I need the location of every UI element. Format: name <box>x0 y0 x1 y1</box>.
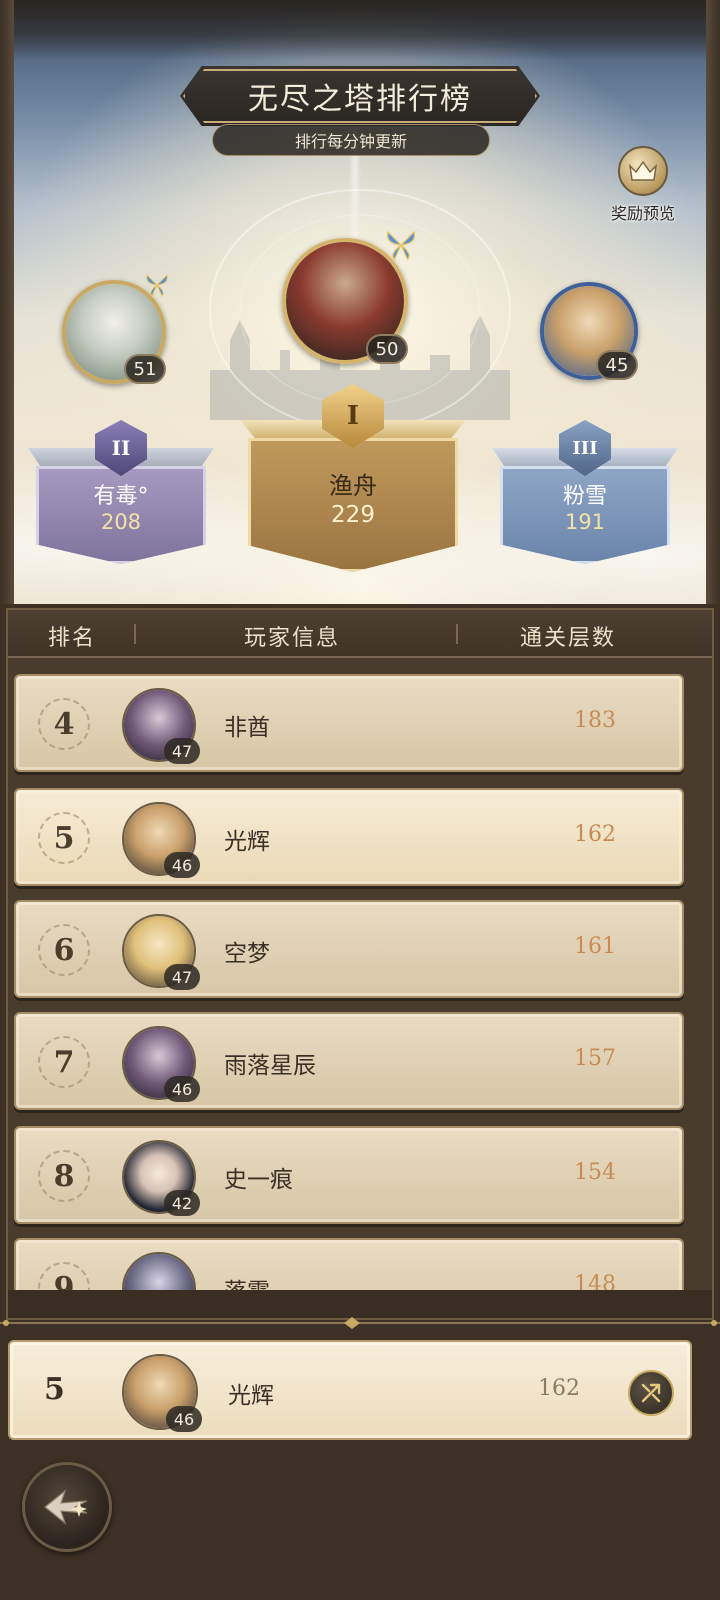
locate-arrows-icon <box>641 1383 661 1403</box>
table-row[interactable]: 4 47 非酋 183 <box>14 674 684 772</box>
frame-right <box>706 0 720 612</box>
crown-icon <box>618 146 668 196</box>
level-badge: 51 <box>124 354 166 384</box>
player-name: 空梦 <box>224 941 270 967</box>
back-arrow-icon <box>44 1489 88 1525</box>
subtitle-plate: 排行每分钟更新 <box>212 124 490 156</box>
floor-count: 183 <box>574 708 616 733</box>
avatar[interactable]: 46 <box>122 1354 202 1432</box>
podium-third[interactable]: III 粉雪 191 <box>492 420 678 564</box>
player-name: 落霖 <box>224 1272 270 1290</box>
level-badge: 46 <box>164 1076 200 1102</box>
avatar-portrait <box>124 1254 194 1290</box>
title-plate: 无尽之塔排行榜 <box>180 66 540 126</box>
podium-name: 渔舟 <box>329 472 377 500</box>
my-player-name: 光辉 <box>228 1383 274 1409</box>
rank-number: 6 <box>38 924 90 976</box>
my-rank-row[interactable]: 5 46 光辉 162 <box>8 1340 692 1440</box>
col-rank: 排名 <box>48 626 97 651</box>
divider-ornament <box>0 1317 720 1329</box>
avatar[interactable] <box>122 1252 196 1290</box>
floor-count: 162 <box>574 822 616 847</box>
avatar[interactable]: 46 <box>122 802 200 878</box>
frame-left <box>0 0 14 612</box>
floor-count: 157 <box>574 1046 616 1071</box>
table-row[interactable]: 5 46 光辉 162 <box>14 788 684 886</box>
table-row[interactable]: 8 42 史一痕 154 <box>14 1126 684 1224</box>
top-ornament <box>0 0 720 60</box>
table-row[interactable]: 7 46 雨落星辰 157 <box>14 1012 684 1110</box>
rank-number: 7 <box>38 1036 90 1088</box>
floor-count: 154 <box>574 1160 616 1185</box>
podium-name: 粉雪 <box>562 484 607 509</box>
back-button[interactable] <box>22 1462 112 1552</box>
podium-score: 208 <box>100 510 142 534</box>
reward-preview-button[interactable]: 奖励预览 <box>598 146 688 228</box>
butterfly-icon <box>146 274 168 297</box>
level-badge: 47 <box>164 738 200 764</box>
table-header: 排名 玩家信息 通关层数 <box>8 610 712 658</box>
avatar[interactable]: 46 <box>122 1026 200 1102</box>
level-badge: 50 <box>366 334 408 364</box>
leaderboard-hero: 无尽之塔排行榜 排行每分钟更新 奖励预览 51 50 45 II 有毒° 208 <box>0 0 720 612</box>
podium-avatar-third[interactable]: 45 <box>540 282 638 380</box>
level-badge: 46 <box>166 1406 202 1432</box>
podium-name: 有毒° <box>93 484 149 509</box>
podium-avatar-first[interactable]: 50 <box>282 230 416 364</box>
level-badge: 45 <box>596 350 638 380</box>
locate-self-button[interactable] <box>628 1370 674 1416</box>
player-name: 雨落星辰 <box>224 1053 316 1079</box>
table-row[interactable]: 9 落霖 148 <box>14 1238 684 1290</box>
butterfly-icon <box>386 230 416 261</box>
my-floor-count: 162 <box>538 1376 580 1401</box>
reward-preview-label: 奖励预览 <box>610 204 675 223</box>
col-player: 玩家信息 <box>244 626 341 651</box>
podium-second[interactable]: II 有毒° 208 <box>28 420 214 564</box>
level-badge: 46 <box>164 852 200 878</box>
header-divider <box>134 624 136 644</box>
avatar[interactable]: 47 <box>122 914 200 990</box>
player-name: 光辉 <box>224 829 270 855</box>
podium-first[interactable]: I 渔舟 229 <box>240 384 466 572</box>
my-rank-number: 5 <box>44 1372 65 1407</box>
list-clip: 9 落霖 148 <box>0 1238 720 1290</box>
update-note: 排行每分钟更新 <box>294 132 407 151</box>
rank-number: 8 <box>38 1150 90 1202</box>
col-floors: 通关层数 <box>520 626 617 651</box>
table-row[interactable]: 6 47 空梦 161 <box>14 900 684 998</box>
podium-score: 191 <box>564 510 606 534</box>
floor-count: 161 <box>574 934 616 959</box>
rank-number: 9 <box>38 1262 90 1290</box>
avatar[interactable]: 47 <box>122 688 200 764</box>
podium-score: 229 <box>331 502 375 528</box>
player-name: 非酋 <box>224 715 270 741</box>
page-title: 无尽之塔排行榜 <box>248 82 472 117</box>
rank-number: 4 <box>38 698 90 750</box>
list-scroll-shadow <box>8 1290 712 1318</box>
podium-avatar-second[interactable]: 51 <box>62 274 168 384</box>
level-badge: 42 <box>164 1190 200 1216</box>
floor-count: 148 <box>574 1272 616 1290</box>
avatar[interactable]: 42 <box>122 1140 200 1216</box>
level-badge: 47 <box>164 964 200 990</box>
rank-number: 5 <box>38 812 90 864</box>
header-divider <box>456 624 458 644</box>
player-name: 史一痕 <box>224 1167 293 1193</box>
